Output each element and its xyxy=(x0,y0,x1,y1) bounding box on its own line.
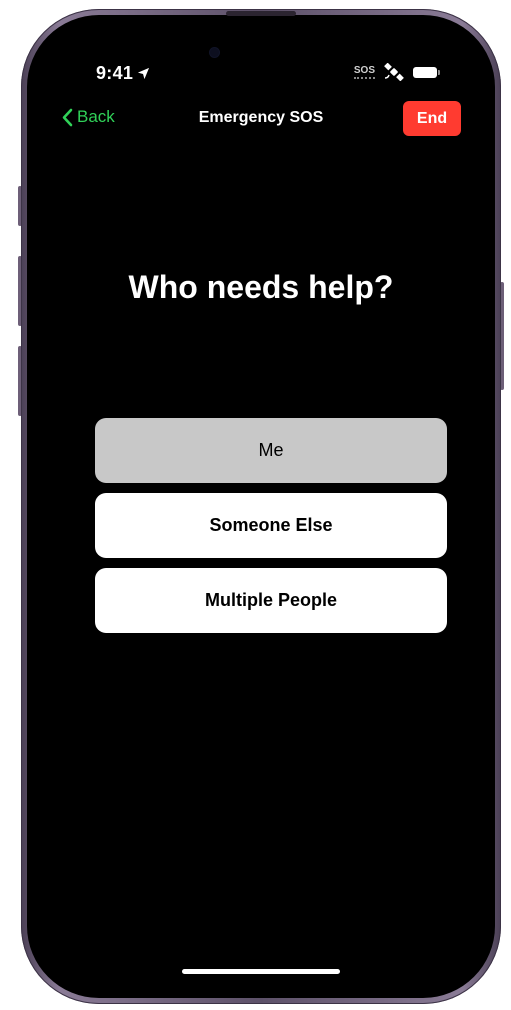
phone-frame: 9:41 SOS Back Emergency SOS End Who need… xyxy=(21,9,501,1004)
end-button[interactable]: End xyxy=(403,101,461,136)
front-camera xyxy=(210,48,219,57)
location-arrow-icon xyxy=(138,67,150,80)
device-mockup: 9:41 SOS Back Emergency SOS End Who need… xyxy=(0,0,511,1010)
option-me-label: Me xyxy=(258,440,284,460)
speaker-grille xyxy=(226,11,296,16)
option-me-button[interactable]: Me xyxy=(95,418,447,483)
status-time-label: 9:41 xyxy=(96,63,134,83)
screen: 9:41 SOS Back Emergency SOS End Who need… xyxy=(37,25,485,988)
option-multiple-people-label: Multiple People xyxy=(204,590,337,610)
sos-status-indicator: SOS xyxy=(353,64,375,79)
battery-icon xyxy=(413,66,440,78)
who-needs-help-options: Me Someone Else Multiple People xyxy=(95,418,447,633)
home-indicator[interactable] xyxy=(182,969,340,974)
satellite-icon xyxy=(384,63,404,81)
page-title: Who needs help? xyxy=(128,269,394,305)
option-multiple-people-button[interactable]: Multiple People xyxy=(95,568,447,633)
option-someone-else-label: Someone Else xyxy=(209,515,333,535)
sos-status-label: SOS xyxy=(353,64,375,76)
status-indicators: SOS xyxy=(353,63,440,81)
phone-bezel: 9:41 SOS Back Emergency SOS End Who need… xyxy=(27,11,495,998)
status-time: 9:41 xyxy=(96,63,150,84)
option-someone-else-button[interactable]: Someone Else xyxy=(95,493,447,558)
end-button-label: End xyxy=(416,109,448,127)
